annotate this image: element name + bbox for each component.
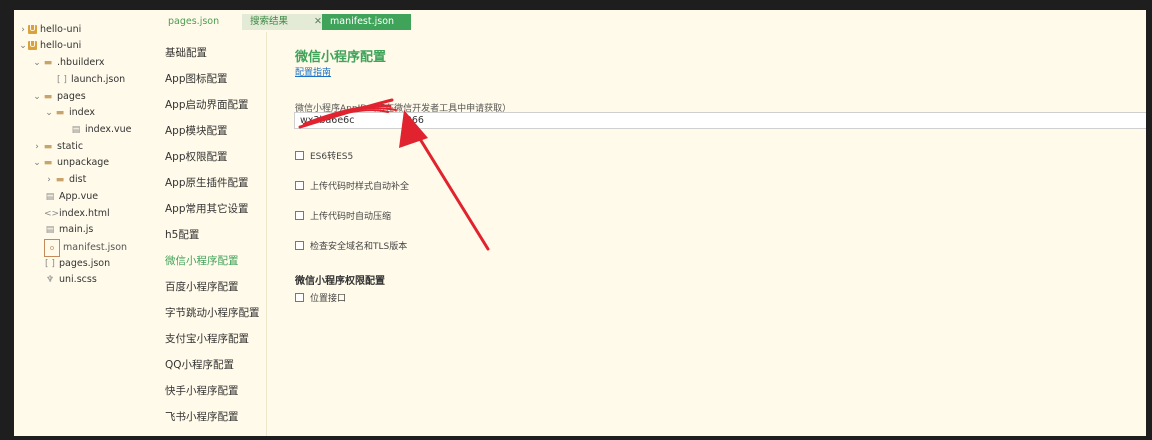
tree-item-pages[interactable]: ⌄ ▬ pages: [32, 89, 85, 105]
menu-item-weixin[interactable]: 微信小程序配置: [165, 253, 239, 268]
menu-item-baidu[interactable]: 百度小程序配置: [165, 279, 239, 294]
chevron-down-icon[interactable]: ⌄: [18, 38, 28, 54]
folder-icon: ▬: [43, 92, 53, 102]
json-file-icon: [ ]: [57, 75, 67, 85]
chevron-down-icon[interactable]: ⌄: [32, 55, 42, 71]
js-file-icon: ▤: [45, 225, 55, 235]
chevron-right-icon[interactable]: ›: [18, 22, 28, 38]
option-location-permission[interactable]: 位置接口: [295, 291, 346, 304]
checkbox[interactable]: [295, 241, 304, 250]
permission-section-title: 微信小程序权限配置: [295, 276, 385, 287]
editor-tab-bar: pages.json 搜索结果 ✕ manifest.json: [148, 10, 1146, 32]
tree-item-manifest-json[interactable]: o manifest.json: [44, 239, 127, 257]
appid-input[interactable]: [294, 112, 1146, 129]
menu-item-h5[interactable]: h5配置: [165, 227, 199, 242]
folder-icon: ▬: [43, 58, 53, 68]
folder-icon: ▬: [43, 158, 53, 168]
option-es6-to-es5[interactable]: ES6转ES5: [295, 149, 353, 162]
tree-item-index-folder[interactable]: ⌄ ▬ index: [44, 105, 95, 121]
folder-icon: ▬: [55, 175, 65, 185]
menu-item-app-other[interactable]: App常用其它设置: [165, 201, 249, 216]
menu-item-alipay[interactable]: 支付宝小程序配置: [165, 331, 249, 346]
settings-panel: 微信小程序配置 配置指南 微信小程序AppID（请在微信开发者工具中申请获取） …: [266, 32, 1146, 436]
html-file-icon: <>: [44, 209, 60, 219]
option-postcss[interactable]: 上传代码时样式自动补全: [295, 179, 409, 192]
vue-file-icon: ▤: [45, 192, 55, 202]
option-minify[interactable]: 上传代码时自动压缩: [295, 209, 391, 222]
menu-item-basic[interactable]: 基础配置: [165, 45, 207, 60]
project-file-tree: › Uhello-uni ⌄ Uhello-uni ⌄ ▬ .hbuilderx [ ]…: [14, 10, 149, 436]
tree-item-main-js[interactable]: ▤ main.js: [44, 222, 94, 238]
chevron-down-icon[interactable]: ⌄: [44, 105, 54, 121]
folder-icon: ▬: [55, 108, 65, 118]
vue-file-icon: ▤: [71, 125, 81, 135]
menu-item-feishu[interactable]: 飞书小程序配置: [165, 409, 239, 424]
chevron-down-icon[interactable]: ⌄: [32, 155, 42, 171]
checkbox[interactable]: [295, 151, 304, 160]
folder-icon: ▬: [43, 142, 53, 152]
scss-file-icon: ♆: [45, 275, 55, 285]
tree-item-uni-scss[interactable]: ♆ uni.scss: [44, 272, 97, 288]
page-title: 微信小程序配置: [295, 50, 387, 65]
tree-item-launch-json[interactable]: [ ] launch.json: [56, 72, 125, 88]
tree-item-dist[interactable]: › ▬ dist: [44, 172, 86, 188]
tab-search-results[interactable]: 搜索结果 ✕: [242, 14, 328, 30]
tree-item-pages-json[interactable]: [ ] pages.json: [44, 256, 110, 272]
checkbox[interactable]: [295, 211, 304, 220]
menu-item-app-splash[interactable]: App启动界面配置: [165, 97, 249, 112]
tree-item-hello-uni-collapsed[interactable]: › Uhello-uni: [18, 22, 81, 38]
menu-item-qq[interactable]: QQ小程序配置: [165, 357, 234, 372]
manifest-file-icon: o: [44, 239, 60, 257]
menu-item-app-permissions[interactable]: App权限配置: [165, 149, 228, 164]
tree-item-hello-uni[interactable]: ⌄ Uhello-uni: [18, 38, 81, 54]
tree-item-app-vue[interactable]: ▤ App.vue: [44, 189, 98, 205]
menu-item-kuaishou[interactable]: 快手小程序配置: [165, 383, 239, 398]
option-check-tls[interactable]: 检查安全域名和TLS版本: [295, 239, 407, 252]
json-file-icon: [ ]: [45, 259, 55, 269]
menu-item-app-native-plugins[interactable]: App原生插件配置: [165, 175, 249, 190]
uni-project-icon: U: [28, 40, 37, 50]
checkbox[interactable]: [295, 181, 304, 190]
menu-item-toutiao[interactable]: 字节跳动小程序配置: [165, 305, 260, 320]
menu-item-app-modules[interactable]: App模块配置: [165, 123, 228, 138]
tree-item-unpackage[interactable]: ⌄ ▬ unpackage: [32, 155, 109, 171]
tab-manifest-json[interactable]: manifest.json: [322, 14, 411, 30]
tab-pages-json[interactable]: pages.json: [160, 14, 227, 30]
tree-item-hbuilderx[interactable]: ⌄ ▬ .hbuilderx: [32, 55, 104, 71]
uni-project-icon: U: [28, 24, 37, 34]
tree-item-static[interactable]: › ▬ static: [32, 139, 83, 155]
tree-item-index-html[interactable]: <>index.html: [44, 206, 110, 222]
checkbox[interactable]: [295, 293, 304, 302]
chevron-right-icon[interactable]: ›: [44, 172, 54, 188]
tree-item-index-vue[interactable]: ▤ index.vue: [70, 122, 132, 138]
config-guide-link[interactable]: 配置指南: [295, 65, 331, 78]
chevron-right-icon[interactable]: ›: [32, 139, 42, 155]
menu-item-app-icon[interactable]: App图标配置: [165, 71, 228, 86]
manifest-settings-menu: 基础配置 App图标配置 App启动界面配置 App模块配置 App权限配置 A…: [148, 32, 267, 436]
close-icon[interactable]: ✕: [314, 14, 322, 30]
chevron-down-icon[interactable]: ⌄: [32, 89, 42, 105]
editor-window: › Uhello-uni ⌄ Uhello-uni ⌄ ▬ .hbuilderx [ ]…: [14, 10, 1146, 436]
